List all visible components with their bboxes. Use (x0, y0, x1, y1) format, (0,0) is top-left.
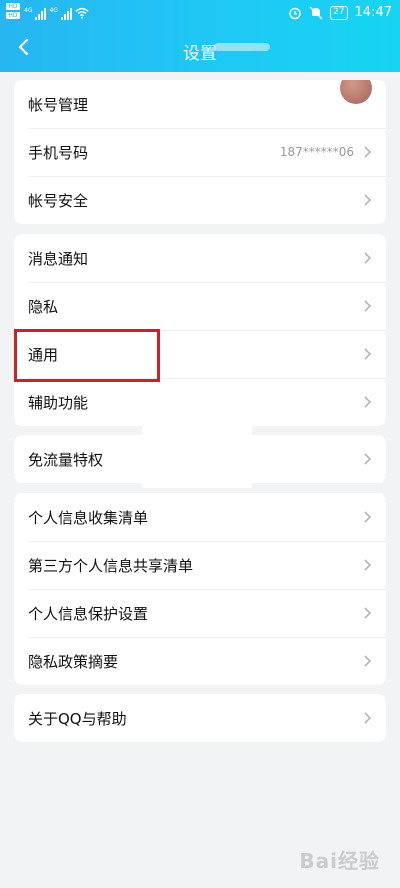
row-label: 关于QQ与帮助 (28, 709, 127, 728)
signal-group: 4G 4G (24, 6, 89, 20)
chevron-right-icon (364, 348, 372, 360)
mute-icon (309, 5, 323, 20)
chevron-right-icon (364, 146, 372, 158)
page-title: 设置 (183, 44, 217, 64)
blank-overlay (142, 410, 252, 466)
network2-label: 4G (49, 7, 58, 14)
chevron-right-icon (364, 300, 372, 312)
about-group: 关于QQ与帮助 (14, 694, 386, 742)
row-phone-number[interactable]: 手机号码 187******06 (14, 128, 386, 176)
sim1-label: HD (6, 3, 20, 10)
row-label: 个人信息收集清单 (28, 508, 149, 527)
row-label: 帐号安全 (28, 191, 89, 210)
row-label: 手机号码 (28, 143, 89, 162)
battery-indicator: 27 (330, 5, 348, 20)
row-notifications[interactable]: 消息通知 (14, 234, 386, 282)
row-about-help[interactable]: 关于QQ与帮助 (14, 694, 386, 742)
chevron-right-icon (364, 252, 372, 264)
header-bar: HD HD 4G 4G 27 14:47 设置 (0, 0, 400, 72)
account-group: 帐号管理 手机号码 187******06 帐号安全 (14, 80, 386, 224)
row-account-management[interactable]: 帐号管理 (14, 80, 386, 128)
wifi-icon (75, 7, 89, 19)
chevron-right-icon (364, 511, 372, 523)
row-label: 个人信息保护设置 (28, 604, 149, 623)
chevron-right-icon (364, 655, 372, 667)
signal2-icon (60, 8, 72, 20)
personal-info-group: 个人信息收集清单 第三方个人信息共享清单 个人信息保护设置 隐私政策摘要 (14, 493, 386, 685)
row-label: 第三方个人信息共享清单 (28, 556, 194, 575)
network1-label: 4G (24, 7, 33, 14)
row-label: 隐私政策摘要 (28, 652, 119, 671)
phone-value: 187******06 (279, 145, 354, 159)
row-account-security[interactable]: 帐号安全 (14, 176, 386, 224)
row-label: 消息通知 (28, 249, 89, 268)
sim-indicator: HD HD (6, 3, 20, 21)
chevron-right-icon (364, 396, 372, 408)
alarm-icon (289, 7, 301, 19)
chevron-right-icon (364, 194, 372, 206)
blank-overlay (142, 470, 252, 488)
row-privacy-summary[interactable]: 隐私政策摘要 (14, 637, 386, 685)
chevron-right-icon (364, 559, 372, 571)
chevron-right-icon (364, 453, 372, 465)
row-label: 免流量特权 (28, 450, 104, 469)
signal1-icon (35, 8, 47, 20)
avatar (340, 80, 372, 104)
chevron-right-icon (364, 712, 372, 724)
sim2-label: HD (6, 12, 20, 19)
clock: 14:47 (354, 5, 392, 20)
watermark: Bai经验 (299, 849, 380, 873)
row-info-protection[interactable]: 个人信息保护设置 (14, 589, 386, 637)
highlight-box (14, 329, 160, 382)
row-label: 辅助功能 (28, 393, 89, 412)
title-smudge (214, 43, 270, 51)
row-label: 帐号管理 (28, 95, 89, 114)
row-third-party-sharing[interactable]: 第三方个人信息共享清单 (14, 541, 386, 589)
row-info-collection-list[interactable]: 个人信息收集清单 (14, 493, 386, 541)
row-label: 隐私 (28, 297, 59, 316)
chevron-right-icon (364, 607, 372, 619)
status-bar: HD HD 4G 4G 27 14:47 (0, 0, 400, 28)
status-right-group: 27 14:47 (288, 5, 392, 20)
row-privacy[interactable]: 隐私 (14, 282, 386, 330)
